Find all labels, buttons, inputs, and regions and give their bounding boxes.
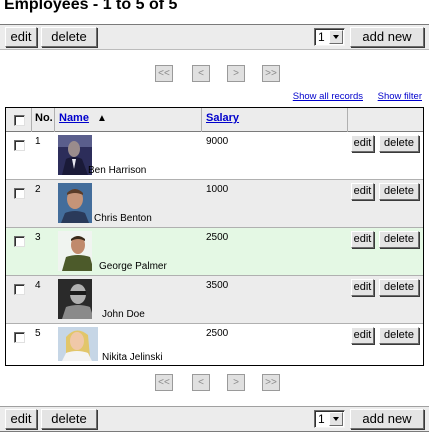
row-checkbox[interactable] <box>14 140 25 151</box>
row-delete-button[interactable]: delete <box>379 327 419 344</box>
table-row: 1 Ben Harrison 9000 edit delete <box>6 132 423 180</box>
employee-photo <box>58 183 92 223</box>
salary-sort-link[interactable]: Salary <box>206 112 239 124</box>
row-number: 1 <box>35 136 41 147</box>
row-edit-button[interactable]: edit <box>351 183 374 200</box>
row-edit-button[interactable]: edit <box>351 279 374 296</box>
last-page-button[interactable]: >> <box>262 374 280 391</box>
row-number: 3 <box>35 232 41 243</box>
add-new-button[interactable]: add new <box>350 409 424 429</box>
edit-button[interactable]: edit <box>5 409 37 429</box>
employee-photo <box>58 135 92 175</box>
name-sort-link[interactable]: Name <box>59 112 89 124</box>
table-row: 2 Chris Benton 1000 edit delete <box>6 180 423 228</box>
prev-page-button[interactable]: < <box>192 374 210 391</box>
salary-value: 3500 <box>206 280 229 291</box>
prev-page-button[interactable]: < <box>192 65 210 82</box>
page-size-value: 1 <box>318 30 325 44</box>
next-page-button[interactable]: > <box>227 65 245 82</box>
pager-bottom: << < > >> <box>155 374 285 392</box>
page-size-select[interactable]: 1 <box>314 28 345 46</box>
employee-name: George Palmer <box>99 261 167 272</box>
select-all-checkbox[interactable] <box>14 115 25 126</box>
salary-value: 2500 <box>206 328 229 339</box>
row-delete-button[interactable]: delete <box>379 279 419 296</box>
table-row: 4 John Doe 3500 edit delete <box>6 276 423 324</box>
column-header-salary[interactable]: Salary <box>206 112 239 124</box>
table-links: Show all records Show filter <box>281 91 422 102</box>
bottom-toolbar: edit delete 1 add new <box>0 406 429 432</box>
employee-name: Nikita Jelinski <box>102 352 163 363</box>
row-edit-button[interactable]: edit <box>351 231 374 248</box>
employee-photo <box>58 327 98 361</box>
employee-name: John Doe <box>102 309 145 320</box>
row-edit-button[interactable]: edit <box>351 135 374 152</box>
row-number: 5 <box>35 328 41 339</box>
employee-name: Ben Harrison <box>88 165 147 176</box>
row-delete-button[interactable]: delete <box>379 231 419 248</box>
show-filter-link[interactable]: Show filter <box>378 91 422 102</box>
row-delete-button[interactable]: delete <box>379 183 419 200</box>
add-new-button[interactable]: add new <box>350 27 424 47</box>
salary-value: 2500 <box>206 232 229 243</box>
row-delete-button[interactable]: delete <box>379 135 419 152</box>
edit-button[interactable]: edit <box>5 27 37 47</box>
table-row: 5 Nikita Jelinski 2500 edit delete <box>6 324 423 365</box>
page-size-select[interactable]: 1 <box>314 410 345 428</box>
next-page-button[interactable]: > <box>227 374 245 391</box>
chevron-down-icon[interactable] <box>329 30 343 44</box>
column-header-name[interactable]: Name ▲ <box>59 112 107 124</box>
employee-name: Chris Benton <box>94 213 152 224</box>
page-title: Employees - 1 to 5 of 5 <box>4 0 178 13</box>
employee-photo <box>58 279 92 319</box>
row-checkbox[interactable] <box>14 332 25 343</box>
employees-table: No. Name ▲ Salary 1 Ben Harrison 9000 ed… <box>5 107 424 366</box>
row-checkbox[interactable] <box>14 188 25 199</box>
row-number: 4 <box>35 280 41 291</box>
column-header-no: No. <box>35 112 53 124</box>
row-number: 2 <box>35 184 41 195</box>
employee-photo <box>58 231 92 271</box>
salary-value: 9000 <box>206 136 229 147</box>
first-page-button[interactable]: << <box>155 374 173 391</box>
pager-top: << < > >> <box>155 65 285 83</box>
row-checkbox[interactable] <box>14 236 25 247</box>
row-checkbox[interactable] <box>14 284 25 295</box>
table-header: No. Name ▲ Salary <box>6 108 423 132</box>
top-toolbar: edit delete 1 add new <box>0 24 429 50</box>
chevron-down-icon[interactable] <box>329 412 343 426</box>
salary-value: 1000 <box>206 184 229 195</box>
delete-button[interactable]: delete <box>41 27 97 47</box>
page-size-value: 1 <box>318 412 325 426</box>
first-page-button[interactable]: << <box>155 65 173 82</box>
delete-button[interactable]: delete <box>41 409 97 429</box>
last-page-button[interactable]: >> <box>262 65 280 82</box>
row-edit-button[interactable]: edit <box>351 327 374 344</box>
table-row: 3 George Palmer 2500 edit delete <box>6 228 423 276</box>
sort-asc-icon: ▲ <box>97 113 107 124</box>
show-all-records-link[interactable]: Show all records <box>293 91 363 102</box>
